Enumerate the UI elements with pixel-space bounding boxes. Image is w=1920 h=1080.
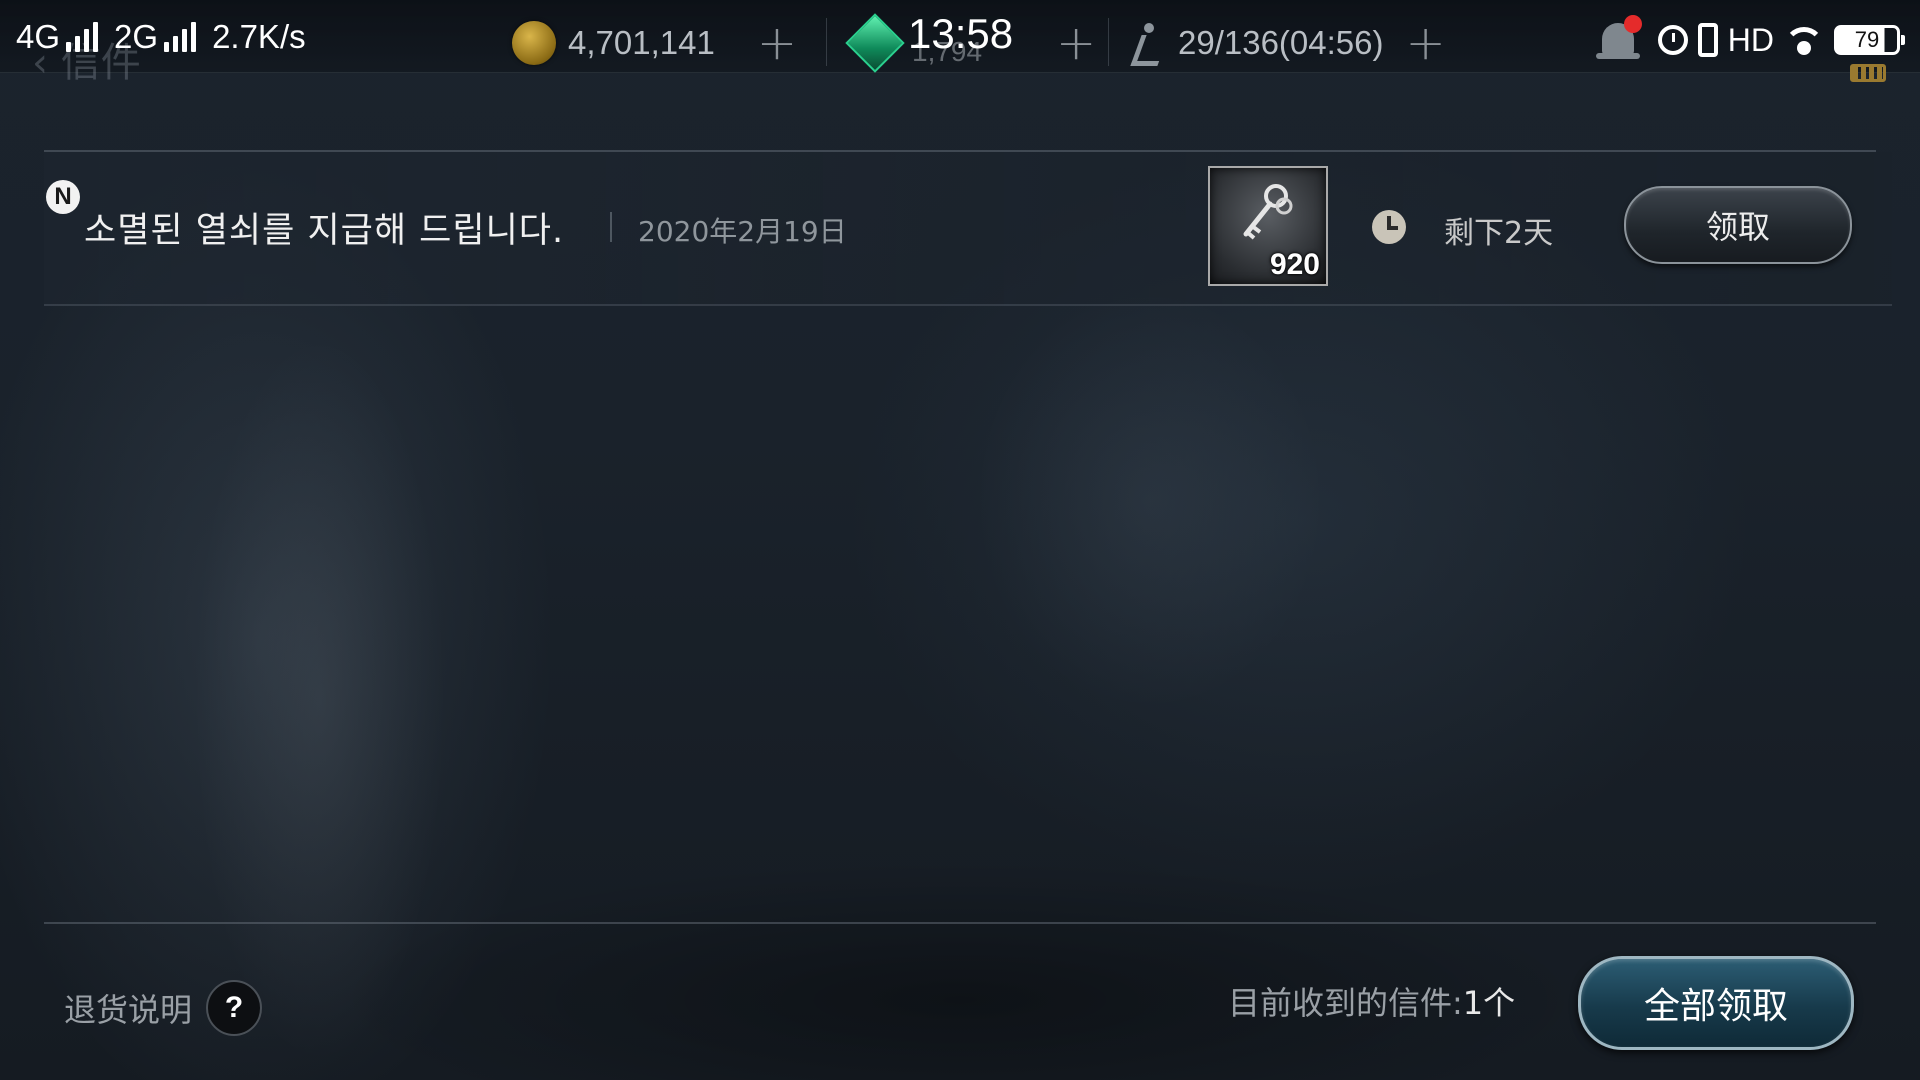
- system-status-right: HD 79: [1657, 21, 1905, 59]
- network-2-label: 2G: [114, 18, 159, 55]
- wifi-icon: [1784, 25, 1824, 55]
- claim-button-label: 领取: [1705, 208, 1770, 246]
- help-button[interactable]: ?: [206, 980, 263, 1036]
- add-gold-icon[interactable]: +: [757, 19, 797, 67]
- claim-all-button[interactable]: 全部领取: [1578, 956, 1854, 1050]
- hd-label: HD: [1727, 21, 1774, 58]
- mail-date: 2020年2月19日: [638, 215, 847, 248]
- network-1-label: 4G: [16, 18, 61, 55]
- mail-item[interactable]: N 소멸된 열쇠를 지급해 드립니다. 2020年2月19日 920 剩下2天 …: [44, 152, 1892, 306]
- battery-level: 79: [1854, 27, 1880, 52]
- gold-coin-icon: [512, 21, 556, 65]
- header-right: HD 79: [1595, 10, 1905, 70]
- stamina-icon: [1130, 23, 1166, 63]
- new-badge: N: [46, 180, 80, 214]
- notification-dot: [1623, 15, 1642, 33]
- gold-value: 4,701,141: [568, 24, 715, 61]
- header-divider: [1108, 18, 1109, 66]
- claim-button[interactable]: 领取: [1624, 186, 1852, 264]
- item-count: 920: [1269, 248, 1320, 281]
- add-stamina-icon[interactable]: +: [1406, 19, 1446, 67]
- mailbox-screen: ‹ 信件 4G 2G 2.7K/s 4,701,141 + + 1,794 13…: [0, 0, 1920, 1080]
- signal-2-icon: [164, 22, 197, 52]
- header-divider: [826, 18, 827, 66]
- clock-icon: [1372, 210, 1406, 244]
- stamina-value: 29/136(04:56): [1178, 24, 1384, 61]
- top-bar: ‹ 信件 4G 2G 2.7K/s 4,701,141 + + 1,794 13…: [0, 0, 1920, 86]
- add-gem-icon[interactable]: +: [1056, 19, 1096, 67]
- return-info: 退货说明 ?: [64, 980, 263, 1036]
- system-status-left: 4G 2G 2.7K/s: [16, 14, 306, 60]
- footer-divider: [44, 922, 1876, 924]
- claim-all-label: 全部领取: [1643, 986, 1788, 1027]
- key-icon: [1243, 184, 1293, 240]
- mail-count: 目前收到的信件:1个: [1228, 978, 1515, 1024]
- time-remaining: 剩下2天: [1444, 216, 1554, 251]
- mail-separator: [610, 212, 612, 242]
- vibrate-icon: [1697, 23, 1718, 57]
- system-clock: 13:58: [908, 10, 1014, 57]
- gold-counter: 4,701,141 +: [512, 18, 797, 68]
- emerald-gem-icon: [845, 13, 905, 73]
- game-battery-icon: [1850, 64, 1886, 82]
- alarm-icon: [1657, 25, 1688, 55]
- stamina-counter: 29/136(04:56) +: [1130, 18, 1446, 68]
- mail-count-label: 目前收到的信件:: [1228, 984, 1463, 1022]
- return-info-label: 退货说明: [64, 991, 193, 1029]
- mail-title: 소멸된 열쇠를 지급해 드립니다.: [84, 211, 565, 251]
- reward-item-slot[interactable]: 920: [1208, 166, 1328, 286]
- signal-1-icon: [66, 22, 99, 52]
- network-speed: 2.7K/s: [212, 18, 306, 55]
- mail-count-value: 1个: [1462, 984, 1516, 1022]
- battery-icon: 79: [1834, 25, 1905, 55]
- bell-icon[interactable]: [1595, 15, 1642, 65]
